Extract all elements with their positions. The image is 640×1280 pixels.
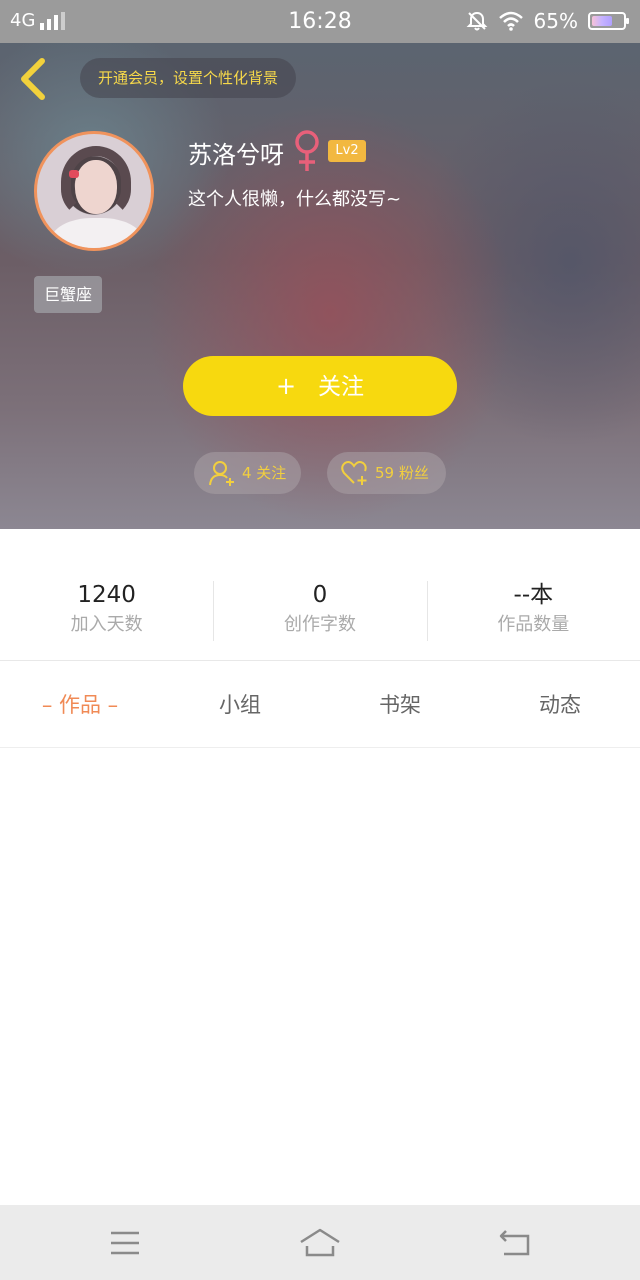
fans-count-pill[interactable]: 59 粉丝 [327, 452, 446, 494]
bio-text: 这个人很懒，什么都没写~ [188, 189, 402, 210]
system-nav-bar [0, 1205, 640, 1280]
tab-works[interactable]: – 作品 – [0, 661, 160, 747]
metric-join-days: 1240 加入天数 [0, 579, 213, 643]
profile-metrics: 1240 加入天数 0 创作字数 --本 作品数量 [0, 579, 640, 643]
vip-background-prompt[interactable]: 开通会员，设置个性化背景 [80, 58, 297, 98]
mute-alarm-icon [466, 11, 487, 31]
chevron-left-icon[interactable] [14, 57, 54, 101]
metric-value: 1240 [77, 582, 136, 608]
follow-button[interactable]: + 关注 [183, 356, 457, 416]
metric-works-count: --本 作品数量 [426, 579, 640, 643]
metric-label: 加入天数 [70, 614, 143, 635]
username: 苏洛兮呀 [188, 141, 284, 169]
status-icons: 65% [466, 9, 629, 33]
metric-label: 创作字数 [283, 614, 356, 635]
plus-icon: + [275, 372, 297, 400]
battery-fill [592, 16, 612, 26]
metric-word-count: 0 创作字数 [213, 579, 426, 643]
battery-icon [588, 12, 629, 30]
battery-percent: 65% [533, 9, 578, 33]
avatar[interactable] [34, 131, 154, 251]
follow-button-label: 关注 [318, 374, 365, 400]
tab-content-area [0, 748, 640, 1205]
user-plus-icon [209, 461, 234, 486]
wifi-icon [498, 11, 523, 31]
profile-tabs: – 作品 – 小组 书架 动态 [0, 660, 640, 748]
tab-groups[interactable]: 小组 [160, 661, 320, 747]
female-icon [295, 130, 319, 171]
metric-value: 0 [312, 582, 328, 608]
tab-bookshelf[interactable]: 书架 [320, 661, 480, 747]
fans-count: 59 粉丝 [375, 464, 429, 482]
following-count: 4 关注 [242, 464, 287, 482]
profile-header: 开通会员，设置个性化背景 苏洛兮呀 Lv2 这个人很懒，什么都没写~ 巨蟹座 +… [0, 43, 640, 529]
metric-value: --本 [513, 582, 554, 608]
metric-label: 作品数量 [497, 614, 570, 635]
following-count-pill[interactable]: 4 关注 [194, 452, 301, 494]
level-badge: Lv2 [328, 140, 366, 162]
home-icon[interactable] [298, 1225, 342, 1261]
menu-icon[interactable] [105, 1225, 145, 1261]
return-icon[interactable] [496, 1225, 536, 1261]
zodiac-tag: 巨蟹座 [34, 276, 102, 313]
tab-activity[interactable]: 动态 [480, 661, 640, 747]
status-bar: 4G 16:28 65% [0, 0, 640, 43]
heart-plus-icon [341, 461, 367, 485]
